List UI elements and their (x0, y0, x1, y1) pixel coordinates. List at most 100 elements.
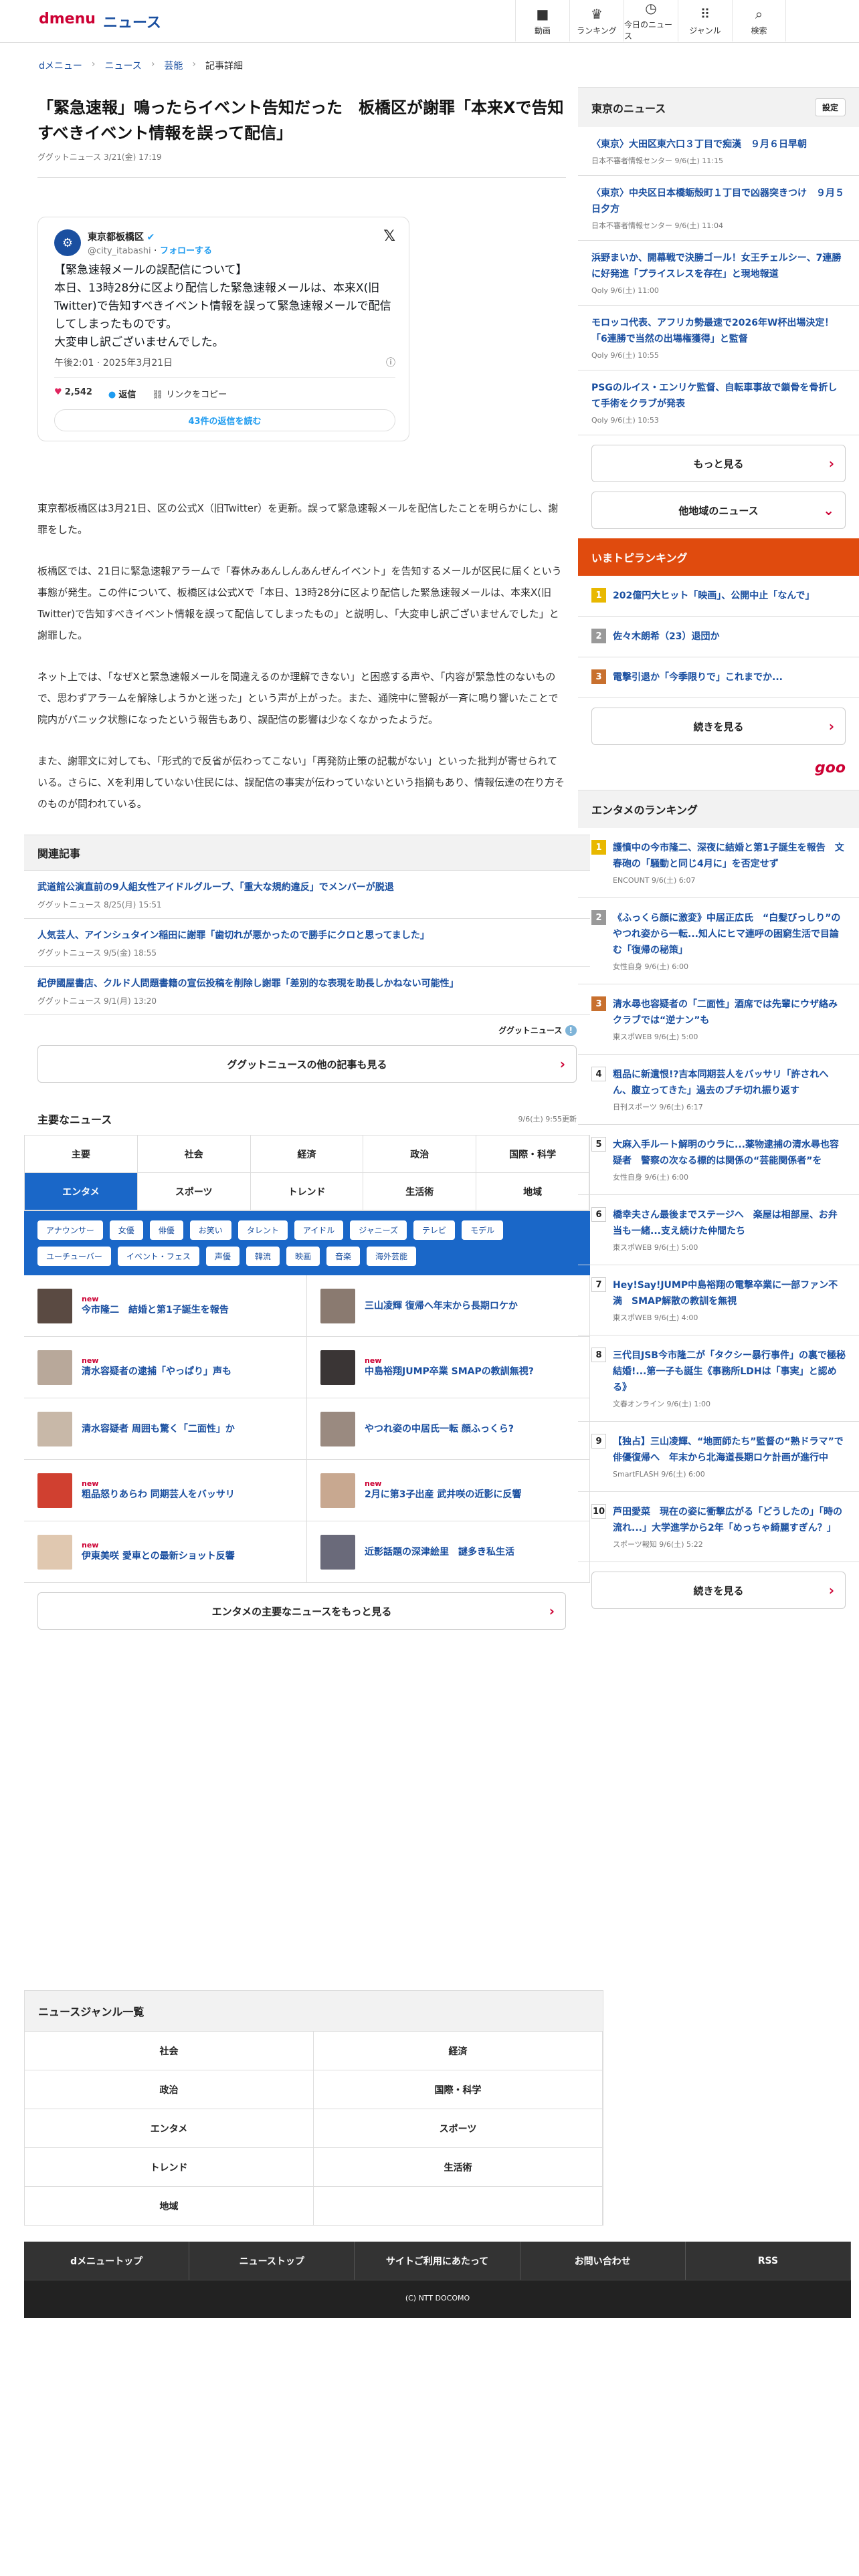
tab-trend[interactable]: トレンド (250, 1173, 364, 1210)
breadcrumb-news[interactable]: ニュース (105, 59, 142, 72)
news-item[interactable]: new 中島裕翔JUMP卒業 SMAPの教訓無視? (307, 1337, 590, 1398)
tweet-time[interactable]: 午後2:01 · 2025年3月21日 ⓘ (54, 356, 395, 378)
genre-international[interactable]: 国際・科学 (314, 2070, 603, 2109)
ranking-link[interactable]: 橋幸夫さん最後までステージへ 楽屋は相部屋、お弁当も一緒...支え続けた仲間たち (613, 1210, 838, 1237)
tokyo-news-link[interactable]: 〈東京〉中央区日本橋蛎殻町１丁目で凶器突きつけ ９月５日夕方 (591, 188, 844, 215)
related-item[interactable]: 紀伊國屋書店、クルド人問題書籍の宣伝投稿を削除し謝罪「差別的な表現を助長しかねな… (24, 967, 590, 1015)
tag[interactable]: イベント・フェス (117, 1247, 199, 1266)
nav-video[interactable]: ■ 動画 (515, 0, 569, 41)
tweet-handle[interactable]: @city_itabashi (88, 246, 151, 256)
tag[interactable]: ジャニーズ (350, 1220, 407, 1240)
breadcrumb-dmenu[interactable]: dメニュー (39, 59, 82, 72)
tokyo-news-link[interactable]: PSGのルイス・エンリケ監督、自転車事故で鎖骨を骨折して手術をクラブが発表 (591, 383, 837, 409)
genre-sports[interactable]: スポーツ (314, 2109, 603, 2147)
like-button[interactable]: ♥ 2,542 (54, 387, 92, 400)
ranking-link[interactable]: 佐々木朗希（23）退団か (613, 629, 719, 645)
tokyo-news-item[interactable]: モロッコ代表、アフリカ勢最速で2026年W杯出場決定！「6連勝で当然の出場権獲得… (578, 306, 859, 370)
news-item[interactable]: new 今市隆二 結婚と第1子誕生を報告 (24, 1275, 307, 1337)
genre-local[interactable]: 地域 (25, 2186, 314, 2225)
tag[interactable]: 声優 (205, 1247, 240, 1266)
footer-dmenu-top[interactable]: dメニュートップ (24, 2242, 190, 2280)
tag[interactable]: モデル (462, 1220, 504, 1240)
news-item[interactable]: 三山凌輝 復帰へ年末から長期ロケか (307, 1275, 590, 1337)
news-item[interactable]: new 粗品怒りあらわ 同期芸人をバッサリ (24, 1460, 307, 1521)
genre-economy[interactable]: 経済 (314, 2031, 603, 2070)
footer-rss[interactable]: RSS (685, 2242, 851, 2280)
news-item[interactable]: 近影話題の深津絵里 謎多き私生活 (307, 1521, 590, 1583)
footer-contact[interactable]: お問い合わせ (520, 2242, 686, 2280)
ranking-item[interactable]: 5 大麻入手ルート解明のウラに...薬物逮捕の清水尋也容疑者 警察の次なる標的は関… (578, 1125, 859, 1195)
tag[interactable]: テレビ (413, 1220, 456, 1240)
tag[interactable]: アイドル (294, 1220, 344, 1240)
more-articles-button[interactable]: ググットニュースの他の記事も見る › (37, 1045, 577, 1083)
read-replies-button[interactable]: 43件の返信を読む (54, 409, 395, 431)
ranking-link[interactable]: 電撃引退か「今季限りで」これまでか... (613, 669, 783, 685)
news-item[interactable]: new 清水容疑者の逮捕「やっぱり」声も (24, 1337, 307, 1398)
ranking-link[interactable]: 清水尋也容疑者の「二面性」酒席では先輩にウザ絡み クラブでは“逆ナン”も (613, 999, 847, 1026)
dmenu-logo[interactable]: dmenu (39, 11, 96, 27)
copy-link-button[interactable]: ⛓ リンクをコピー (152, 387, 227, 400)
related-item[interactable]: 人気芸人、アインシュタイン稲田に謝罪「歯切れが悪かったので勝手にクロと思ってまし… (24, 919, 590, 967)
ranking-item[interactable]: 4 粗品に新遺恨!?吉本同期芸人をバッサリ「許されへん、腹立ってきた」過去のブチ切… (578, 1055, 859, 1125)
news-item[interactable]: new 2月に第3子出産 武井咲の近影に反響 (307, 1460, 590, 1521)
tag[interactable]: ユーチューバー (37, 1247, 111, 1266)
tab-economy[interactable]: 経済 (250, 1136, 364, 1173)
ranking-link[interactable]: 202億円大ヒット「映画」、公開中止「なんで」 (613, 588, 815, 604)
ranking-link[interactable]: 護憤中の今市隆二、深夜に結婚と第1子誕生を報告 文春砲の「騒動と同じ4月に」を否… (613, 843, 844, 869)
tokyo-news-item[interactable]: 〈東京〉中央区日本橋蛎殻町１丁目で凶器突きつけ ９月５日夕方 日本不審者情報センタ… (578, 176, 859, 241)
news-item[interactable]: やつれ姿の中居氏一転 顔ふっくら? (307, 1398, 590, 1460)
tab-lifestyle[interactable]: 生活術 (363, 1173, 477, 1210)
ranking-item[interactable]: 9 【独占】三山凌輝、“地面師たち”監督の“熟ドラマ”で俳優復帰へ 年末から北海道… (578, 1422, 859, 1492)
tab-local[interactable]: 地域 (476, 1173, 589, 1210)
tab-international[interactable]: 国際・科学 (476, 1136, 589, 1173)
tokyo-news-link[interactable]: 〈東京〉大田区東六口３丁目で痴漢 ９月６日早朝 (591, 139, 807, 150)
ranking-link[interactable]: Hey!Say!JUMP中島裕翔の電撃卒業に一部ファン不満 SMAP解散の教訓を… (613, 1280, 838, 1307)
tab-entertainment[interactable]: エンタメ (25, 1173, 138, 1210)
tag[interactable]: 海外芸能 (366, 1247, 416, 1266)
ranking-link[interactable]: 《ふっくら顔に激変》中居正広氏 “白髪びっしり”のやつれ姿から一転...知人にヒ… (613, 913, 840, 956)
tab-politics[interactable]: 政治 (363, 1136, 477, 1173)
tokyo-news-link[interactable]: モロッコ代表、アフリカ勢最速で2026年W杯出場決定！「6連勝で当然の出場権獲得… (591, 318, 834, 344)
reply-button[interactable]: ● 返信 (108, 387, 136, 400)
footer-news-top[interactable]: ニューストップ (189, 2242, 355, 2280)
news-item[interactable]: 清水容疑者 周囲も驚く「二面性」か (24, 1398, 307, 1460)
ranking-item[interactable]: 1 202億円大ヒット「映画」、公開中止「なんで」 (578, 576, 859, 617)
info-icon[interactable]: ⓘ (386, 356, 395, 369)
tag[interactable]: 映画 (286, 1247, 320, 1266)
news-logo[interactable]: ニュース (103, 11, 161, 32)
ranking-item[interactable]: 1 護憤中の今市隆二、深夜に結婚と第1子誕生を報告 文春砲の「騒動と同じ4月に」を… (578, 828, 859, 898)
ranking-item[interactable]: 6 橋幸夫さん最後までステージへ 楽屋は相部屋、お弁当も一緒...支え続けた仲間た… (578, 1195, 859, 1265)
related-link[interactable]: 紀伊國屋書店、クルド人問題書籍の宣伝投稿を削除し謝罪「差別的な表現を助長しかねな… (37, 978, 459, 989)
follow-button[interactable]: フォローする (160, 246, 212, 256)
now-ranking-more-button[interactable]: 続きを見る › (591, 708, 846, 745)
ranking-link[interactable]: 芦田愛菜 現在の姿に衝撃広がる「どうしたの」「時の流れ...」大学進学から2年「… (613, 1507, 842, 1533)
ranking-item[interactable]: 10 芦田愛菜 現在の姿に衝撃広がる「どうしたの」「時の流れ...」大学進学から2… (578, 1492, 859, 1562)
ranking-link[interactable]: 粗品に新遺恨!?吉本同期芸人をバッサリ「許されへん、腹立ってきた」過去のブチ切れ… (613, 1069, 829, 1096)
tab-main[interactable]: 主要 (25, 1136, 138, 1173)
tokyo-news-item[interactable]: 〈東京〉大田区東六口３丁目で痴漢 ９月６日早朝 日本不審者情報センター 9/6(土… (578, 127, 859, 176)
ranking-item[interactable]: 7 Hey!Say!JUMP中島裕翔の電撃卒業に一部ファン不満 SMAP解散の教訓… (578, 1265, 859, 1335)
ranking-link[interactable]: 大麻入手ルート解明のウラに...薬物逮捕の清水尋也容疑者 警察の次なる標的は関係… (613, 1140, 839, 1166)
ranking-item[interactable]: 2 《ふっくら顔に激変》中居正広氏 “白髪びっしり”のやつれ姿から一転...知人に… (578, 898, 859, 984)
news-item[interactable]: new 伊東美咲 愛車との最新ショット反響 (24, 1521, 307, 1583)
tokyo-more-button[interactable]: もっと見る › (591, 445, 846, 482)
ent-ranking-more-button[interactable]: 続きを見る › (591, 1572, 846, 1609)
ranking-item[interactable]: 3 電撃引退か「今季限りで」これまでか... (578, 657, 859, 698)
ranking-item[interactable]: 3 清水尋也容疑者の「二面性」酒席では先輩にウザ絡み クラブでは“逆ナン”も 東スポ… (578, 984, 859, 1055)
related-link[interactable]: 武道館公演直前の9人組女性アイドルグループ、「重大な規約違反」でメンバーが脱退 (37, 882, 394, 893)
nav-ranking[interactable]: ♛ ランキング (569, 0, 624, 41)
related-link[interactable]: 人気芸人、アインシュタイン稲田に謝罪「歯切れが悪かったので勝手にクロと思ってまし… (37, 930, 430, 941)
tweet-author[interactable]: 東京都板橋区 (88, 232, 144, 243)
tag[interactable]: 音楽 (326, 1247, 360, 1266)
footer-terms[interactable]: サイトご利用にあたって (355, 2242, 520, 2280)
tag[interactable]: お笑い (189, 1220, 231, 1240)
related-item[interactable]: 武道館公演直前の9人組女性アイドルグループ、「重大な規約違反」でメンバーが脱退グ… (24, 871, 590, 919)
tag[interactable]: 韓流 (246, 1247, 280, 1266)
tag[interactable]: タレント (237, 1220, 288, 1240)
tag[interactable]: 女優 (109, 1220, 143, 1240)
tab-sports[interactable]: スポーツ (137, 1173, 251, 1210)
tag[interactable]: 俳優 (149, 1220, 183, 1240)
tokyo-news-item[interactable]: PSGのルイス・エンリケ監督、自転車事故で鎖骨を骨折して手術をクラブが発表 Qol… (578, 370, 859, 435)
nav-today[interactable]: ◷ 今日のニュース (624, 0, 678, 41)
tab-society[interactable]: 社会 (137, 1136, 251, 1173)
